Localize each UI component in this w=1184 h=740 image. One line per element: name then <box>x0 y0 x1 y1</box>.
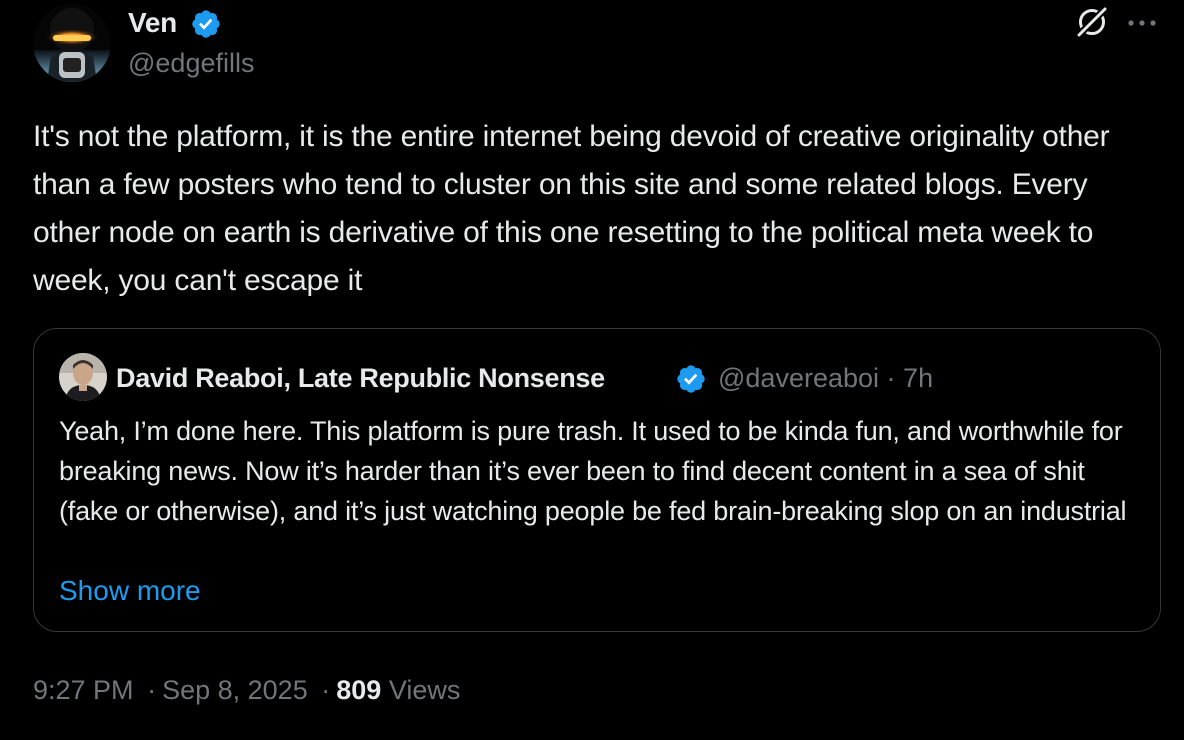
views-count: 809 <box>336 675 382 705</box>
quoted-author-name[interactable]: David Reaboi, Late Republic Nonsense <box>116 359 605 397</box>
tweet-date[interactable]: Sep 8, 2025 <box>162 675 308 705</box>
quoted-author-avatar[interactable] <box>59 353 107 401</box>
author-name[interactable]: Ven <box>128 4 177 42</box>
grok-icon[interactable] <box>1074 4 1110 40</box>
quoted-tweet-text: Yeah, I’m done here. This platform is pu… <box>59 416 1127 526</box>
views-label: Views <box>388 675 461 705</box>
tweet-text: It's not the platform, it is the entire … <box>33 120 1110 297</box>
quoted-tweet-card[interactable]: David Reaboi, Late Republic Nonsense @da… <box>33 328 1161 632</box>
quoted-tweet-age[interactable]: 7h <box>903 363 933 393</box>
separator-dot: · <box>321 675 331 705</box>
tweet-time[interactable]: 9:27 PM <box>33 675 134 705</box>
separator-dot: · <box>147 675 157 705</box>
author-handle[interactable]: @edgefills <box>128 44 254 82</box>
show-more-link[interactable]: Show more <box>59 571 201 611</box>
tweet: Ven @edgefills It's not the platform, it… <box>0 0 1184 740</box>
quoted-author-handle[interactable]: @davereaboi <box>718 363 879 393</box>
quoted-tweet-meta: @davereaboi · 7h <box>718 359 933 397</box>
author-avatar[interactable] <box>33 4 111 82</box>
more-horizontal-icon[interactable] <box>1124 12 1160 34</box>
tweet-meta-footer: 9:27 PM · Sep 8, 2025 · 809 Views <box>33 670 460 710</box>
verified-badge-icon <box>677 365 705 393</box>
separator-dot: · <box>886 363 896 393</box>
verified-badge-icon <box>192 10 220 38</box>
